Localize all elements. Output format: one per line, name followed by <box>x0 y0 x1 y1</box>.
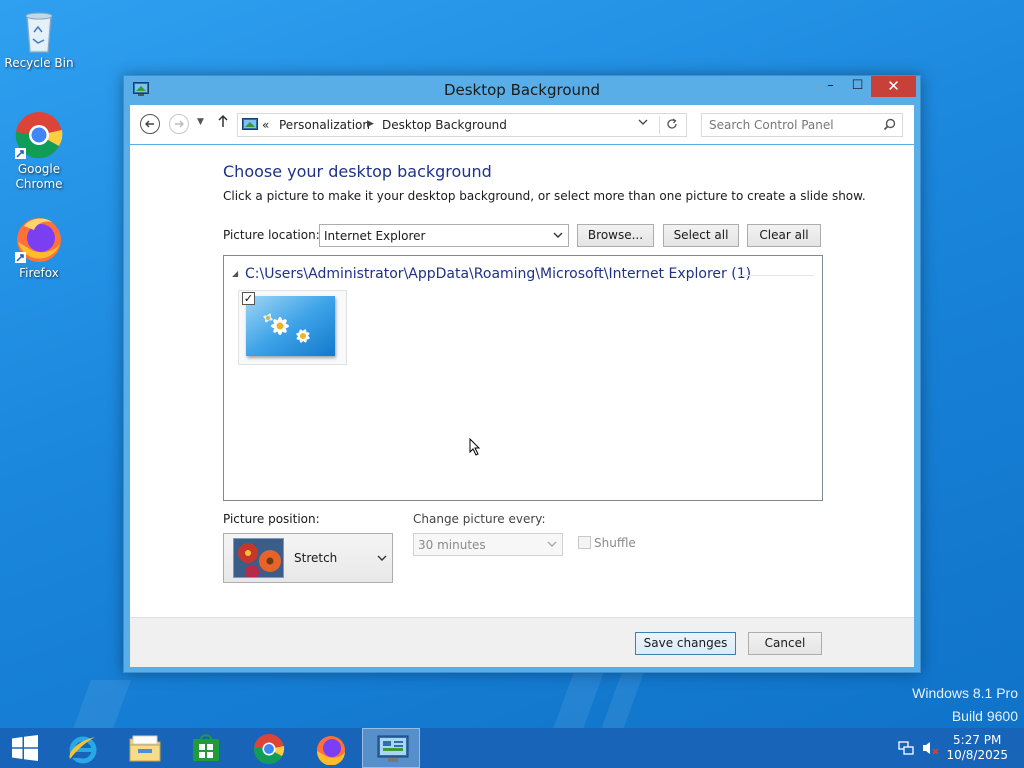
recycle-bin-label: Recycle Bin <box>4 56 74 70</box>
change-picture-select[interactable]: 30 minutes <box>413 533 563 556</box>
picture-position-label: Picture position: <box>223 512 320 526</box>
arrow-up-icon <box>218 114 228 127</box>
breadcrumb-personalization[interactable]: Personalization <box>279 118 370 132</box>
gallery-group-title: C:\Users\Administrator\AppData\Roaming\M… <box>245 266 752 282</box>
chrome-icon <box>253 734 285 765</box>
recycle-bin-icon <box>25 12 53 53</box>
breadcrumb-overflow[interactable]: « <box>262 118 269 132</box>
control-panel-icon <box>377 735 409 762</box>
select-all-button[interactable]: Select all <box>663 224 739 247</box>
clock-time: 5:27 PM <box>953 733 1002 747</box>
save-changes-button[interactable]: Save changes <box>635 632 736 655</box>
up-button[interactable] <box>217 113 229 132</box>
breadcrumb-desktop-background[interactable]: Desktop Background <box>382 118 507 132</box>
dialog-footer: Save changes Cancel <box>130 617 914 667</box>
picture-position-value: Stretch <box>294 551 338 565</box>
page-title: Choose your desktop background <box>223 162 492 181</box>
control-panel-icon <box>242 118 258 130</box>
store-icon <box>193 734 219 761</box>
page-description: Click a picture to make it your desktop … <box>223 189 866 203</box>
volume-muted-icon[interactable] <box>922 740 940 759</box>
refresh-icon <box>666 118 677 129</box>
close-button[interactable]: ✕ <box>871 76 916 97</box>
maximize-button[interactable]: ☐ <box>844 76 871 97</box>
shuffle-checkbox[interactable] <box>578 536 591 549</box>
taskbar-firefox[interactable] <box>301 728 359 768</box>
search-icon[interactable] <box>883 118 896 131</box>
cancel-button[interactable]: Cancel <box>748 632 822 655</box>
arrow-right-icon <box>175 120 184 128</box>
browse-button[interactable]: Browse... <box>577 224 654 247</box>
search-box[interactable] <box>701 113 903 137</box>
refresh-button[interactable] <box>659 116 683 134</box>
navigation-bar: ▼ « Personalization ▶ Desktop Background <box>130 105 914 144</box>
folder-icon <box>129 735 161 762</box>
address-bar[interactable]: « Personalization ▶ Desktop Background <box>237 113 687 137</box>
taskbar-file-explorer[interactable] <box>115 728 173 768</box>
windows-watermark: Windows 8.1 Pro Build 9600 <box>912 685 1018 724</box>
network-icon[interactable] <box>898 740 914 759</box>
start-button[interactable] <box>0 728 50 768</box>
wallpaper-thumbnail[interactable]: ✓ <box>238 290 347 365</box>
desktop-icon-recycle-bin[interactable]: Recycle Bin <box>4 6 74 71</box>
watermark-build: Build 9600 <box>951 708 1018 724</box>
picture-position-preview <box>233 538 284 578</box>
taskbar: 5:27 PM 10/8/2025 <box>0 728 1024 768</box>
firefox-label: Firefox <box>19 266 59 280</box>
recent-locations-dropdown[interactable]: ▼ <box>197 117 204 127</box>
firefox-icon <box>316 736 345 765</box>
wallpaper-checkbox[interactable]: ✓ <box>242 292 255 305</box>
picture-location-label: Picture location: <box>223 228 320 242</box>
taskbar-store[interactable] <box>177 728 235 768</box>
group-divider <box>739 275 814 276</box>
main-content: Choose your desktop background Click a p… <box>130 145 914 617</box>
taskbar-chrome[interactable] <box>239 728 297 768</box>
watermark-edition: Windows 8.1 Pro <box>912 685 1018 701</box>
chevron-down-icon <box>377 555 387 561</box>
windows-logo-icon <box>12 735 38 761</box>
desktop-icon-firefox[interactable]: Firefox <box>4 214 74 281</box>
collapse-group-icon[interactable]: ◢ <box>232 269 238 278</box>
system-clock[interactable]: 5:27 PM 10/8/2025 <box>946 733 1008 763</box>
title-bar[interactable]: Desktop Background – ☐ ✕ <box>124 76 920 104</box>
picture-location-select[interactable]: Internet Explorer <box>319 224 569 247</box>
internet-explorer-icon <box>69 736 97 764</box>
taskbar-control-panel[interactable] <box>362 728 420 768</box>
desktop-background-window: Desktop Background – ☐ ✕ ▼ « Personaliza… <box>123 75 921 673</box>
breadcrumb-separator-icon[interactable]: ▶ <box>367 119 374 129</box>
arrow-left-icon <box>145 120 154 128</box>
picture-position-select[interactable]: Stretch <box>223 533 393 583</box>
firefox-icon <box>15 218 61 263</box>
chrome-label: Google Chrome <box>15 162 63 191</box>
clear-all-button[interactable]: Clear all <box>747 224 821 247</box>
picture-location-value: Internet Explorer <box>324 229 426 243</box>
search-input[interactable] <box>709 118 879 132</box>
shuffle-label: Shuffle <box>594 536 636 550</box>
change-picture-label: Change picture every: <box>413 512 546 526</box>
minimize-button[interactable]: – <box>817 76 844 97</box>
chevron-down-icon <box>638 119 648 125</box>
daisies-wallpaper-image <box>246 296 335 356</box>
desktop-icon-google-chrome[interactable]: Google Chrome <box>4 110 74 192</box>
change-picture-value: 30 minutes <box>418 538 486 552</box>
address-history-dropdown[interactable] <box>638 118 648 129</box>
window-title: Desktop Background <box>443 81 601 99</box>
picture-gallery[interactable]: ◢ C:\Users\Administrator\AppData\Roaming… <box>223 255 823 501</box>
mouse-cursor-icon <box>469 438 481 456</box>
clock-date: 10/8/2025 <box>946 748 1008 762</box>
taskbar-internet-explorer[interactable] <box>53 728 111 768</box>
chevron-down-icon <box>553 232 563 238</box>
chevron-down-icon <box>547 541 557 547</box>
forward-button[interactable] <box>169 114 189 134</box>
back-button[interactable] <box>140 114 160 134</box>
chrome-icon <box>15 112 63 159</box>
